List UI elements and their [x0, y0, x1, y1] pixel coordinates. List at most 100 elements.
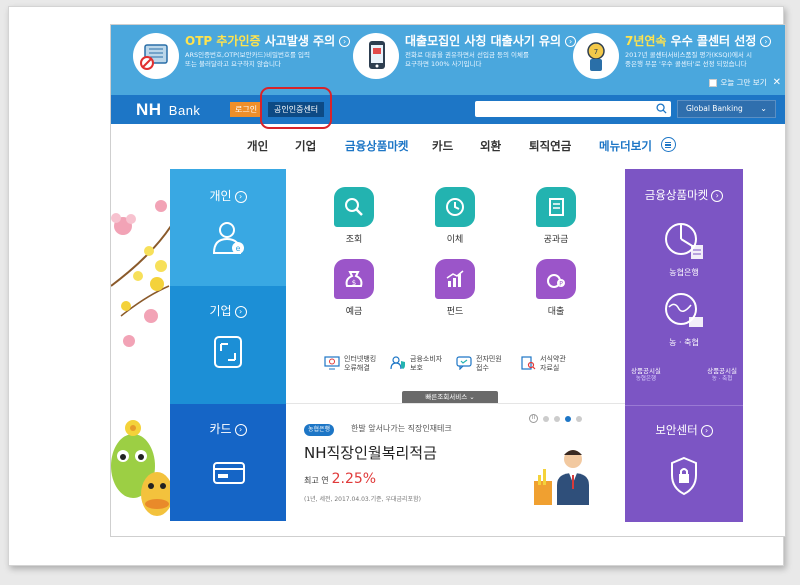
disclosure-link-bank[interactable]: 상품공시실 농협은행 [631, 367, 661, 383]
promo-banner[interactable]: II 농협은행 한발 앞서나가는 직장인재테크 NH직장인월복리적금 최고 연2… [286, 403, 625, 522]
globe-cash-icon[interactable] [661, 289, 707, 333]
service-label: 펀드 [446, 307, 464, 317]
logo-nh: NH [136, 100, 162, 119]
more-icon: › [760, 36, 772, 47]
nh-bank-products-label[interactable]: 농협은행 [625, 267, 743, 278]
quick-link-line2: 자료실 [540, 364, 560, 372]
quick-link-line2: 오류해결 [344, 364, 370, 372]
service-grid: 조회 이체 공과금 $ 예금 펀드 P 대출 인터넷뱅킹 오류해결 금융소비자 … [286, 169, 625, 404]
quick-link-forms[interactable]: 서식약관 자료실 [520, 355, 566, 373]
service-label: 공과금 [543, 235, 569, 245]
money-bag-icon: $ [334, 259, 374, 299]
panel-card[interactable]: 카드 › [170, 404, 286, 521]
disclosure-title: 상품공시실 [631, 367, 661, 375]
service-utility-bills[interactable]: 공과금 [521, 187, 591, 245]
quick-link-e-petition[interactable]: 전자민원 접수 [456, 355, 502, 373]
svg-text:7: 7 [594, 48, 598, 56]
disclosure-subtitle: 농 · 축협 [711, 376, 733, 382]
quick-link-line2: 접수 [476, 364, 489, 372]
chart-bars-icon [435, 259, 475, 299]
quick-link-consumer-protection[interactable]: 금융소비자 보호 [390, 355, 442, 373]
product-market-title-text: 금융상품마켓 [644, 188, 709, 202]
panel-personal-title: 개인 [209, 189, 232, 203]
service-loan[interactable]: P 대출 [521, 259, 591, 317]
arrow-right-icon: › [234, 424, 247, 436]
global-banking-select[interactable]: Global Banking ⌄ [677, 100, 776, 118]
promo-rate-label: 최고 연 [304, 476, 329, 485]
carousel-dot-active[interactable] [565, 415, 571, 422]
promo-title: NH직장인월복리적금 [304, 444, 437, 462]
notice-title: 대출모집인 사칭 대출사기 유의 [405, 34, 562, 48]
main-navigation: 개인 기업 금융상품마켓 카드 외환 퇴직연금 메뉴더보기 [111, 124, 785, 166]
nav-pension[interactable]: 퇴직연금 [529, 138, 571, 154]
nav-more-menu[interactable]: 메뉴더보기 [599, 138, 652, 154]
red-highlight-circle [260, 87, 332, 129]
service-fund[interactable]: 펀드 [420, 259, 490, 317]
speech-bubble-icon [456, 356, 472, 370]
hamburger-icon[interactable] [661, 137, 676, 152]
carousel-controls: II [529, 414, 582, 423]
photo-frame: OTP 추가인증 사고발생 주의 › ARS인증번호,OTP(보안카드)비밀번호를… [8, 6, 786, 566]
panel-card-title: 카드 [209, 422, 232, 436]
notice-banner: OTP 추가인증 사고발생 주의 › ARS인증번호,OTP(보안카드)비밀번호를… [111, 25, 785, 95]
quick-link-line2: 보호 [410, 364, 423, 372]
coin-bag-icon: P [536, 259, 576, 299]
notice-title-highlight: 7년연속 [625, 34, 667, 48]
chevron-down-icon: ⌄ [760, 104, 767, 113]
magnifier-icon [334, 187, 374, 227]
carousel-dot[interactable] [543, 415, 549, 422]
phone-fraud-icon [353, 33, 399, 79]
nav-forex[interactable]: 외환 [480, 138, 501, 154]
disclosure-subtitle: 농협은행 [635, 376, 657, 382]
quick-links: 인터넷뱅킹 오류해결 금융소비자 보호 전자민원 접수 서식약관 자료실 [324, 355, 594, 381]
quick-link-line1: 전자민원 [476, 355, 502, 363]
panel-business-title: 기업 [209, 304, 232, 318]
arrow-right-icon: › [234, 191, 247, 203]
disclosure-link-coop[interactable]: 상품공시실 농 · 축협 [707, 367, 737, 383]
search-input[interactable] [475, 101, 671, 117]
pause-icon[interactable]: II [529, 414, 538, 423]
carousel-dot[interactable] [554, 415, 560, 422]
panel-personal[interactable]: 개인 › e [170, 169, 286, 286]
login-button[interactable]: 로그인 [230, 102, 263, 117]
spring-flower-illustration [111, 200, 171, 516]
promo-rate: 최고 연 2.25% [304, 471, 376, 487]
service-label: 대출 [547, 307, 565, 317]
person-shield-icon [390, 356, 405, 370]
search-icon[interactable] [656, 103, 667, 114]
checkbox-icon[interactable] [709, 78, 718, 87]
svg-text:P: P [559, 281, 563, 288]
promo-subtitle: 한발 앞서나가는 직장인재테크 [351, 424, 452, 433]
service-label: 예금 [345, 307, 363, 317]
svg-text:e: e [236, 244, 241, 253]
nav-business[interactable]: 기업 [295, 138, 316, 154]
nav-card[interactable]: 카드 [432, 138, 453, 154]
pie-chart-icon[interactable] [661, 219, 707, 263]
logo-bank: Bank [168, 103, 201, 118]
notice-desc: ARS인증번호,OTP(보안카드)비밀번호를 입력 또는 불러달라고 요구하지 … [185, 51, 310, 68]
nonghyup-products-label[interactable]: 농 · 축협 [625, 337, 743, 348]
nav-product-market[interactable]: 금융상품마켓 [345, 138, 408, 154]
disclosure-links: 상품공시실 농협은행 상품공시실 농 · 축협 [631, 367, 737, 383]
service-transfer[interactable]: 이체 [420, 187, 490, 245]
global-banking-label: Global Banking [686, 104, 743, 113]
quick-link-error-help[interactable]: 인터넷뱅킹 오류해결 [324, 355, 376, 373]
panel-business[interactable]: 기업 › [170, 286, 286, 404]
callcenter-award-icon: 7 [573, 33, 619, 79]
security-center-text: 보안센터 [655, 423, 698, 437]
bill-document-icon [536, 187, 576, 227]
notice-desc: 전화로 대출을 권유하면서 선입금 등의 이체를 요구하면 100% 사기입니다 [405, 51, 529, 68]
nav-personal[interactable]: 개인 [247, 138, 268, 154]
close-today-toggle[interactable]: 오늘 그만 보기 ✕ [709, 77, 781, 88]
shield-lock-icon[interactable] [669, 456, 699, 496]
building-icon [214, 336, 242, 368]
security-center-title[interactable]: 보안센터 › [625, 422, 743, 438]
arrow-right-icon: › [711, 190, 724, 202]
nh-bank-logo[interactable]: NH Bank [136, 100, 200, 120]
close-icon[interactable]: ✕ [773, 77, 781, 88]
service-deposit[interactable]: $ 예금 [319, 259, 389, 317]
notice-desc: 2017년 콜센터서비스품질 평가(KSQI)에서 시중은행 부문 '우수 콜센… [625, 51, 752, 68]
service-inquiry[interactable]: 조회 [319, 187, 389, 245]
product-market-title[interactable]: 금융상품마켓 › [625, 187, 743, 203]
carousel-dot[interactable] [576, 415, 582, 422]
